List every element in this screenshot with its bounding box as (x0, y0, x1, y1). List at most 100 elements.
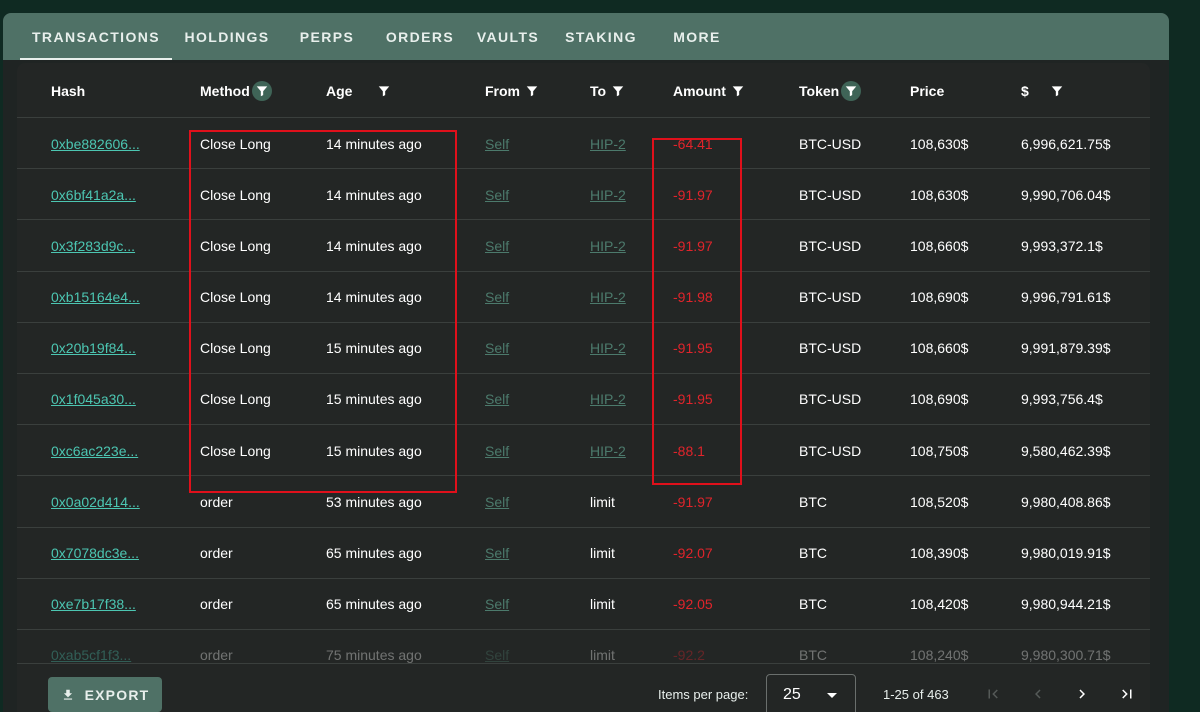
table-header: Hash Method Age From To Amount Token Pri… (17, 63, 1150, 118)
cell-hash[interactable]: 0x0a02d414... (51, 476, 140, 527)
items-per-page-label: Items per page: (658, 686, 749, 702)
cell-hash[interactable]: 0x6bf41a2a... (51, 169, 136, 220)
filter-icon[interactable] (522, 81, 542, 101)
table-row: 0x1f045a30... Close Long 15 minutes ago Sel… (17, 374, 1150, 426)
filter-icon[interactable] (728, 81, 748, 101)
cell-from[interactable]: Self (485, 630, 509, 663)
cell-age: 75 minutes ago (326, 647, 422, 663)
prev-page-button[interactable] (1024, 680, 1052, 708)
cell-price: 108,420$ (910, 596, 969, 613)
cell-to[interactable]: HIP-2 (590, 220, 626, 271)
last-page-icon (1122, 689, 1132, 699)
cell-usd: 9,993,372.1$ (1021, 237, 1103, 254)
items-per-page-select[interactable]: 25 (766, 674, 856, 712)
cell-usd: 9,990,706.04$ (1021, 186, 1111, 203)
next-page-button[interactable] (1068, 680, 1096, 708)
cell-from[interactable]: Self (485, 118, 509, 169)
cell-method: order (200, 493, 233, 510)
cell-from[interactable]: Self (485, 528, 509, 579)
cell-hash[interactable]: 0x20b19f84... (51, 323, 136, 374)
cell-token: BTC-USD (799, 237, 862, 254)
tab-bar: TRANSACTIONS HOLDINGS PERPS ORDERS VAULT… (3, 13, 1169, 60)
cell-to[interactable]: HIP-2 (590, 118, 626, 169)
tab-staking[interactable]: STAKING (548, 13, 654, 60)
cell-token: BTC (799, 647, 827, 663)
cell-token: BTC (799, 493, 827, 510)
cell-hash[interactable]: 0x1f045a30... (51, 374, 136, 425)
cell-price: 108,630$ (910, 135, 969, 152)
cell-hash[interactable]: 0xbe882606... (51, 118, 140, 169)
header-from: From (485, 63, 542, 118)
header-amount: Amount (673, 63, 748, 118)
cell-from[interactable]: Self (485, 169, 509, 220)
filter-icon[interactable] (1047, 81, 1067, 101)
tab-transactions[interactable]: TRANSACTIONS (20, 13, 172, 60)
cell-to: limit (590, 596, 615, 613)
tab-perps[interactable]: PERPS (282, 13, 372, 60)
table-row: 0xab5cf1f3... order 75 minutes ago Self limi… (17, 630, 1150, 663)
cell-age: 14 minutes ago (326, 289, 422, 306)
cell-to[interactable]: HIP-2 (590, 425, 626, 476)
cell-hash[interactable]: 0xc6ac223e... (51, 425, 138, 476)
table-row: 0x20b19f84... Close Long 15 minutes ago Sel… (17, 323, 1150, 374)
cell-to: limit (590, 647, 615, 663)
tab-holdings[interactable]: HOLDINGS (172, 13, 282, 60)
first-page-button[interactable] (979, 680, 1007, 708)
table-body: 0xbe882606... Close Long 14 minutes ago Sel… (17, 118, 1150, 663)
download-icon (63, 689, 72, 700)
cell-from[interactable]: Self (485, 425, 509, 476)
pagination-range: 1-25 of 463 (883, 686, 949, 702)
cell-from[interactable]: Self (485, 579, 509, 630)
tab-orders[interactable]: ORDERS (372, 13, 468, 60)
cell-to[interactable]: HIP-2 (590, 374, 626, 425)
cell-price: 108,520$ (910, 493, 969, 510)
cell-method: order (200, 545, 233, 561)
filter-icon[interactable] (841, 80, 862, 101)
cell-method: Close Long (200, 237, 271, 254)
transactions-table: Hash Method Age From To Amount Token Pri… (17, 63, 1150, 663)
header-method: Method (200, 63, 272, 118)
cell-amount: -91.97 (673, 493, 713, 510)
table-row: 0x0a02d414... order 53 minutes ago Self limi… (17, 476, 1150, 528)
cell-price: 108,390$ (910, 545, 969, 561)
cell-to[interactable]: HIP-2 (590, 169, 626, 220)
cell-hash[interactable]: 0xe7b17f38... (51, 579, 136, 630)
next-page-icon (1079, 689, 1085, 699)
tab-vaults[interactable]: VAULTS (468, 13, 548, 60)
cell-to[interactable]: HIP-2 (590, 272, 626, 323)
export-button[interactable]: EXPORT (48, 677, 162, 712)
cell-method: Close Long (200, 135, 271, 152)
cell-hash[interactable]: 0x3f283d9c... (51, 220, 135, 271)
cell-from[interactable]: Self (485, 323, 509, 374)
cell-age: 53 minutes ago (326, 493, 422, 510)
cell-from[interactable]: Self (485, 272, 509, 323)
cell-age: 65 minutes ago (326, 545, 422, 561)
filter-icon[interactable] (374, 81, 394, 101)
cell-method: Close Long (200, 289, 271, 306)
cell-hash[interactable]: 0xb15164e4... (51, 272, 140, 323)
first-page-icon (988, 689, 998, 699)
cell-price: 108,630$ (910, 186, 969, 203)
cell-from[interactable]: Self (485, 476, 509, 527)
cell-from[interactable]: Self (485, 374, 509, 425)
tab-more[interactable]: MORE (654, 13, 740, 60)
cell-price: 108,660$ (910, 340, 969, 357)
cell-age: 14 minutes ago (326, 135, 422, 152)
cell-from[interactable]: Self (485, 220, 509, 271)
filter-icon[interactable] (251, 80, 272, 101)
cell-age: 14 minutes ago (326, 186, 422, 203)
last-page-button[interactable] (1113, 680, 1141, 708)
cell-token: BTC-USD (799, 340, 862, 357)
cell-method: Close Long (200, 186, 271, 203)
header-price: Price (910, 82, 945, 99)
table-row: 0x6bf41a2a... Close Long 14 minutes ago Sel… (17, 169, 1150, 221)
cell-hash[interactable]: 0x7078dc3e... (51, 528, 139, 579)
cell-hash[interactable]: 0xab5cf1f3... (51, 630, 131, 663)
cell-method: Close Long (200, 442, 271, 459)
cell-amount: -88.1 (673, 442, 705, 459)
cell-age: 14 minutes ago (326, 237, 422, 254)
cell-amount: -91.97 (673, 186, 713, 203)
cell-age: 15 minutes ago (326, 442, 422, 459)
filter-icon[interactable] (608, 81, 628, 101)
cell-to[interactable]: HIP-2 (590, 323, 626, 374)
